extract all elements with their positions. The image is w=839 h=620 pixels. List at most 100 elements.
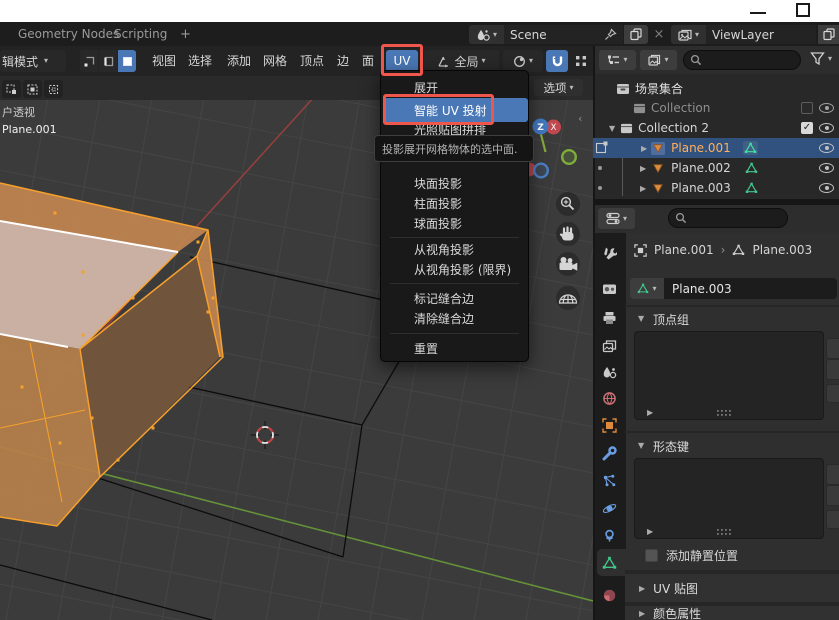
tab-physics[interactable]	[597, 496, 621, 520]
menu-mesh[interactable]: 网格	[263, 52, 287, 69]
color-attributes-panel-header[interactable]: ▶ 颜色属性	[625, 606, 839, 620]
edge-select-button[interactable]	[99, 50, 117, 72]
camera-view-button[interactable]	[556, 252, 580, 276]
menu-edge[interactable]: 边	[337, 52, 349, 69]
scene-unlink-button[interactable]: ×	[651, 25, 667, 44]
menu-vertex[interactable]: 顶点	[300, 52, 324, 69]
add-workspace-button[interactable]: +	[180, 27, 191, 42]
menu-item-clear-seam[interactable]: 清除缝合边	[381, 308, 528, 328]
row-collection[interactable]: Collection	[593, 98, 839, 118]
outliner-search-input[interactable]	[683, 50, 801, 70]
menu-item-mark-seam[interactable]: 标记缝合边	[381, 288, 528, 308]
pin-icon[interactable]	[604, 28, 617, 41]
snap-magnet-toggle[interactable]	[546, 50, 568, 72]
viewlayer-type-dropdown[interactable]: ▾	[671, 25, 706, 44]
collection-exclude-checkbox[interactable]: ✓	[801, 122, 813, 134]
menu-select[interactable]: 选择	[188, 52, 212, 69]
scene-type-dropdown[interactable]: ▾	[469, 25, 504, 44]
face-select-button[interactable]	[118, 50, 136, 72]
tab-world[interactable]	[597, 386, 621, 410]
expand-arrow-icon[interactable]: ▶	[640, 184, 646, 193]
shape-key-specials-button[interactable]	[826, 510, 839, 529]
shape-keys-list[interactable]: ▶	[634, 458, 824, 539]
object-hide-icon[interactable]	[819, 183, 834, 193]
collection-hide-icon[interactable]	[819, 123, 834, 133]
outliner-filter-funnel-button[interactable]: ▾	[810, 51, 832, 66]
tab-scene[interactable]	[597, 361, 621, 385]
menu-item-sphere-projection[interactable]: 球面投影	[381, 213, 528, 233]
scene-name-field[interactable]: Scene	[504, 25, 623, 44]
list-expand-icon[interactable]: ▶	[647, 527, 653, 536]
select-mode-extend-button[interactable]	[23, 80, 42, 98]
expand-arrow-icon[interactable]: ▼	[609, 124, 615, 133]
vertex-select-button[interactable]	[80, 50, 98, 72]
tab-view-layer[interactable]	[597, 334, 621, 358]
panel-expand-icon[interactable]: ▼	[638, 441, 644, 450]
tab-modifiers[interactable]	[597, 441, 621, 465]
row-scene-collection[interactable]: 场景集合	[593, 78, 839, 98]
menu-add[interactable]: 添加	[227, 52, 251, 69]
tool-options-dropdown[interactable]: 选项 ▾	[534, 79, 583, 96]
resize-grip-icon[interactable]	[717, 410, 733, 417]
mode-dropdown[interactable]: 辑模式 ▾	[0, 50, 66, 72]
expand-arrow-icon[interactable]: ▶	[641, 144, 647, 153]
tab-render[interactable]	[597, 277, 621, 301]
menu-item-cylinder-projection[interactable]: 柱面投影	[381, 193, 528, 213]
panel-expand-icon[interactable]: ▼	[638, 314, 644, 323]
breadcrumb-object[interactable]: Plane.001	[654, 243, 714, 257]
list-expand-icon[interactable]: ▶	[647, 408, 653, 417]
row-plane-003[interactable]: ▶ Plane.003	[593, 178, 839, 198]
object-hide-icon[interactable]	[819, 143, 834, 153]
tab-material[interactable]	[597, 583, 621, 607]
scene-new-button[interactable]	[624, 25, 648, 44]
mesh-datablock-dropdown[interactable]: ▾	[630, 278, 664, 299]
row-plane-002[interactable]: ▶ Plane.002	[593, 158, 839, 178]
vertex-groups-panel-header[interactable]: 顶点组	[653, 311, 689, 328]
transform-orientation-dropdown[interactable]: 全局 ▾	[424, 50, 499, 72]
tab-object[interactable]	[597, 413, 621, 437]
select-mode-subtract-button[interactable]	[44, 80, 63, 98]
properties-editor-type-dropdown[interactable]: ▾	[598, 208, 635, 229]
breadcrumb-data[interactable]: Plane.003	[752, 243, 812, 257]
row-collection-2[interactable]: ▼ Collection 2 ✓	[593, 118, 839, 138]
vertex-group-add-button[interactable]	[826, 338, 839, 359]
resize-grip-icon[interactable]	[717, 529, 733, 536]
viewlayer-name-field[interactable]: ViewLayer	[706, 25, 816, 44]
vertex-group-remove-button[interactable]	[826, 359, 839, 380]
pan-button[interactable]	[556, 222, 580, 246]
outliner-display-mode-dropdown[interactable]: ▾	[599, 50, 636, 70]
snap-target-dropdown[interactable]: ▾	[503, 50, 543, 72]
region-collapse-icon[interactable]: ‹	[578, 112, 582, 125]
object-hide-icon[interactable]	[819, 163, 834, 173]
vertex-groups-list[interactable]: ▶	[634, 331, 824, 420]
shape-key-add-button[interactable]	[826, 464, 839, 485]
window-maximize-icon[interactable]	[796, 3, 810, 17]
tab-geometry-nodes[interactable]: Geometry Nodes	[18, 27, 119, 41]
menu-item-reset[interactable]: 重置	[381, 338, 528, 358]
outliner-filter-dropdown[interactable]: ▾	[640, 50, 677, 70]
tab-object-data[interactable]	[597, 551, 621, 575]
tab-particles[interactable]	[597, 469, 621, 493]
menu-view[interactable]: 视图	[152, 52, 176, 69]
tab-output[interactable]	[597, 306, 621, 330]
select-mode-set-button[interactable]	[2, 80, 21, 98]
shape-key-remove-button[interactable]	[826, 485, 839, 506]
viewlayer-new-button[interactable]	[818, 25, 839, 44]
menu-item-cube-projection[interactable]: 块面投影	[381, 173, 528, 193]
window-minimize-icon[interactable]	[750, 12, 766, 14]
tab-tool[interactable]	[597, 241, 621, 265]
shape-keys-panel-header[interactable]: 形态键	[653, 438, 689, 455]
menu-item-project-from-view-bounds[interactable]: 从视角投影 (限界)	[381, 259, 528, 279]
edit-mesh-object[interactable]	[0, 183, 223, 526]
menu-item-project-from-view[interactable]: 从视角投影	[381, 239, 528, 259]
properties-search-input[interactable]	[668, 208, 788, 228]
zoom-button[interactable]	[556, 192, 580, 216]
collection-hide-icon[interactable]	[819, 103, 834, 113]
uv-maps-panel-header[interactable]: ▶ UV 贴图	[625, 574, 839, 602]
tab-scripting[interactable]: Scripting	[114, 27, 167, 41]
add-rest-position-checkbox[interactable]	[645, 549, 658, 562]
collection-exclude-checkbox[interactable]	[801, 102, 813, 114]
row-plane-001[interactable]: ▶ Plane.001	[593, 138, 839, 158]
expand-arrow-icon[interactable]: ▶	[640, 164, 646, 173]
proportional-editing-button[interactable]	[571, 50, 591, 72]
